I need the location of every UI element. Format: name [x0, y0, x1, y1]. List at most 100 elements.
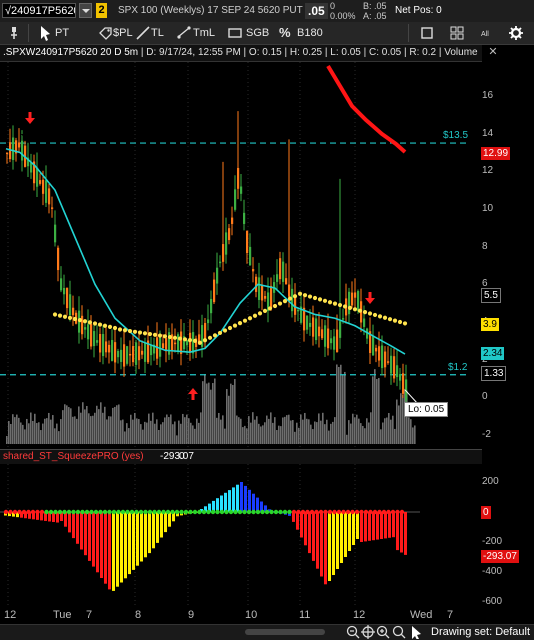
- volume-bar: [26, 418, 28, 444]
- pointer-icon[interactable]: [410, 625, 424, 639]
- candle-body: [141, 350, 144, 355]
- volume-bar: [320, 420, 322, 444]
- gear-icon[interactable]: [508, 25, 524, 41]
- squeeze-dot: [395, 509, 400, 515]
- tool-tml[interactable]: TmL: [193, 25, 215, 41]
- tool-dollar-pl[interactable]: $PL: [113, 25, 133, 41]
- volume-bar: [386, 417, 388, 444]
- volume-bar: [366, 418, 368, 444]
- grid-layout-icon[interactable]: [449, 25, 465, 41]
- candle-body: [54, 224, 57, 243]
- tool-tl[interactable]: TL: [151, 25, 164, 41]
- squeeze-dot: [30, 509, 36, 515]
- horizontal-scrollbar[interactable]: [245, 629, 325, 635]
- volume-bar: [28, 423, 30, 444]
- volume-bar: [336, 364, 338, 444]
- volume-bar: [8, 421, 10, 444]
- ma-dot: [82, 319, 88, 324]
- volume-bar: [236, 415, 238, 444]
- histogram-bar: [148, 512, 151, 554]
- candle-body: [21, 140, 24, 161]
- squeeze-dot: [273, 509, 279, 515]
- box-icon[interactable]: [227, 25, 243, 41]
- volume-bar: [274, 417, 276, 444]
- volume-bar: [318, 413, 320, 444]
- squeeze-dot: [291, 509, 297, 515]
- price-tag-icon[interactable]: [98, 25, 114, 41]
- histogram-bar: [140, 512, 143, 562]
- ma-dot: [332, 301, 338, 306]
- percent-icon[interactable]: %: [279, 25, 291, 41]
- histogram-bar: [92, 512, 95, 567]
- squeeze-dot: [8, 509, 13, 515]
- squeeze-dot: [111, 509, 117, 515]
- time-tick: Tue: [53, 609, 72, 621]
- ma-dot: [252, 313, 258, 318]
- ma-dot: [287, 296, 293, 301]
- squeeze-dot: [134, 509, 139, 515]
- squeeze-dot: [255, 509, 261, 515]
- candle-body: [12, 137, 15, 160]
- cursor-icon[interactable]: [38, 25, 54, 41]
- volume-bar: [44, 418, 46, 444]
- volume-bar: [362, 425, 364, 444]
- zoom-magnifier-icon[interactable]: [392, 625, 406, 639]
- squeeze-dot: [66, 509, 72, 515]
- drawing-toolbar: PT $PL TL TmL SGB % B180 All: [0, 22, 534, 45]
- volume-bar: [284, 416, 286, 444]
- time-line-icon[interactable]: [176, 25, 192, 41]
- symbol-dropdown-button[interactable]: [79, 3, 92, 18]
- volume-bar: [328, 430, 330, 444]
- study-name[interactable]: shared_ST_SqueezePRO (yes): [3, 451, 144, 462]
- volume-bar: [180, 423, 182, 444]
- squeeze-dot: [381, 509, 387, 515]
- candle-body: [6, 152, 9, 154]
- ma-dot: [142, 331, 148, 336]
- volume-bar: [314, 421, 316, 444]
- tool-sgb[interactable]: SGB: [246, 25, 269, 41]
- volume-bar: [224, 428, 226, 444]
- squeeze-dot: [309, 509, 315, 515]
- level-label-1-2: $1.2: [448, 361, 468, 373]
- squeeze-dot: [147, 509, 153, 515]
- trendline-icon[interactable]: [135, 25, 151, 41]
- candle-body: [270, 285, 273, 308]
- squeeze-histogram[interactable]: [0, 464, 482, 606]
- volume-bar: [112, 407, 114, 444]
- volume-bar: [354, 417, 356, 444]
- price-chart[interactable]: [0, 62, 482, 449]
- single-chart-icon[interactable]: [419, 25, 435, 41]
- candle-body: [393, 356, 396, 379]
- time-tick: 9: [188, 609, 195, 621]
- squeeze-dot: [368, 509, 373, 515]
- zoom-in-icon[interactable]: [376, 625, 390, 639]
- histogram-bar: [328, 512, 331, 581]
- candle-body: [72, 307, 75, 316]
- symbol-field[interactable]: √240917P5620: [2, 3, 76, 18]
- chart-symbol[interactable]: .SPXW240917P5620 20 D 5m: [3, 47, 138, 58]
- volume-bar: [190, 422, 192, 444]
- ma-dot: [52, 312, 58, 317]
- histogram-bar: [124, 512, 127, 579]
- volume-bar: [14, 417, 16, 444]
- histogram-bar: [308, 512, 311, 554]
- volume-bar: [66, 405, 68, 444]
- histogram-bar: [244, 485, 247, 512]
- zoom-out-icon[interactable]: [346, 625, 360, 639]
- candle-body: [159, 336, 162, 357]
- volume-bar: [410, 419, 412, 444]
- tool-b180[interactable]: B180: [297, 25, 323, 41]
- candle-body: [45, 180, 48, 203]
- volume-bar: [222, 415, 224, 444]
- link-group-badge[interactable]: 2: [96, 3, 107, 18]
- crosshair-icon[interactable]: [361, 625, 375, 639]
- volume-bar: [356, 414, 358, 444]
- squeeze-dot: [170, 509, 175, 515]
- histogram-bar: [368, 512, 371, 541]
- price-tag: 12.99: [481, 146, 511, 160]
- close-icon[interactable]: ✕: [486, 45, 500, 59]
- pin-icon[interactable]: [6, 25, 22, 41]
- drawing-set-label[interactable]: Drawing set: Default: [431, 626, 530, 638]
- tool-pt[interactable]: PT: [55, 25, 69, 41]
- all-charts-icon[interactable]: All: [479, 25, 495, 41]
